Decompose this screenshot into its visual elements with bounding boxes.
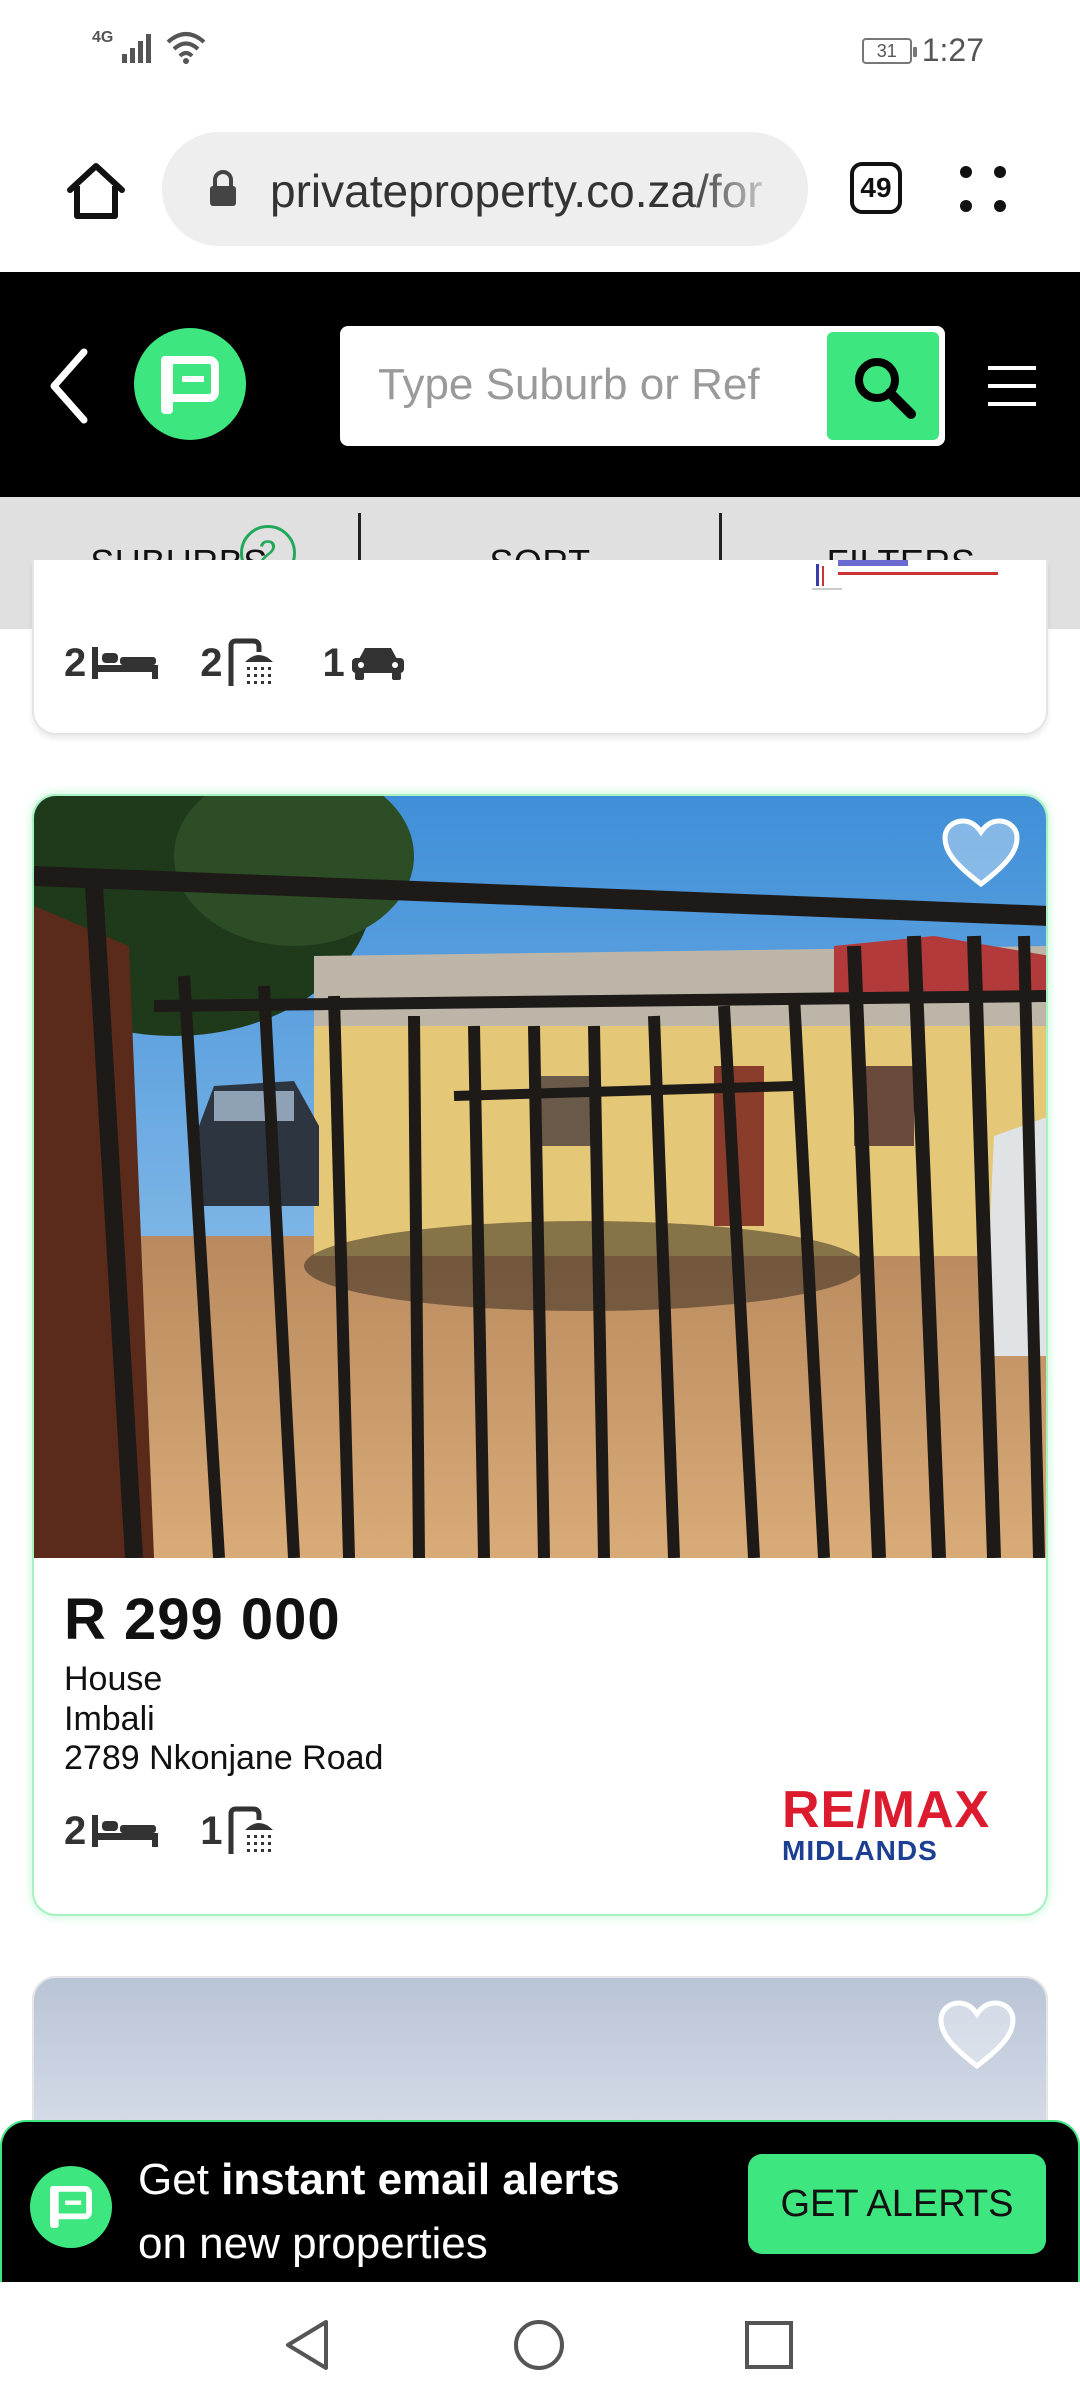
search-box[interactable]: Type Suburb or Ref [340,326,945,446]
parking-feature: 1 [323,641,407,686]
alert-logo [30,2166,112,2248]
clock: 1:27 [921,32,984,68]
favourite-heart-icon[interactable] [938,2000,1016,2070]
network-type: 4G [92,29,114,46]
bathrooms-count: 1 [200,1808,223,1853]
agency-branch: MIDLANDS [782,1835,938,1866]
status-left: 4G [92,30,207,64]
browser-toolbar: privateproperty.co.za/for 49 [0,104,1080,272]
bedrooms-feature: 2 [64,641,160,686]
privateproperty-logo[interactable] [134,328,246,440]
listing-card[interactable]: R 299 000 House Imbali 2789 Nkonjane Roa… [32,794,1048,1916]
bathrooms-feature: 2 [200,638,282,688]
bedrooms-count: 2 [64,1808,87,1853]
bathrooms-feature: 1 [200,1806,282,1856]
email-alert-banner: Get instant email alerts on new properti… [0,2120,1080,2282]
battery-level: 31 [876,40,897,61]
parking-count: 1 [322,640,345,685]
agency-logo-previous [812,560,998,590]
recents-nav-icon[interactable] [744,2320,794,2370]
car-icon [351,648,404,680]
address-bar[interactable]: privateproperty.co.za/for [162,132,808,246]
listing-type: House [64,1660,163,1698]
site-header: Type Suburb or Ref [0,272,1080,497]
status-bar: 4G 31 1:27 [0,0,1080,104]
search-icon [855,358,916,419]
listing-price: R 299 000 [64,1587,341,1652]
listing-photo[interactable] [34,796,1046,1558]
shower-icon [228,638,273,686]
back-arrow-icon[interactable] [46,346,92,426]
property-photo-image [34,796,1046,1558]
alert-message: Get instant email alerts on new properti… [138,2148,620,2276]
more-options-icon[interactable] [958,164,1008,214]
bed-icon [92,647,159,679]
logo-mark-icon [161,356,219,414]
agency-logo-remax: RE/MAX MIDLANDS [782,1784,1002,1866]
hamburger-menu-icon[interactable] [988,366,1036,406]
bed-icon [92,1815,159,1847]
status-right: 31 1:27 [861,32,984,69]
alert-text-prefix: Get [138,2155,222,2204]
system-navigation-bar [0,2282,1080,2400]
listing-features: 2 1 [64,1806,283,1856]
wifi-icon [167,32,206,64]
alert-text-line2: on new properties [138,2219,488,2268]
back-nav-icon[interactable] [282,2318,332,2372]
logo-mark-icon [50,2186,92,2228]
search-input[interactable]: Type Suburb or Ref [378,360,760,410]
battery-icon: 31 [861,37,917,64]
bedrooms-count: 2 [64,640,87,685]
previous-features: 2 2 1 [64,638,407,688]
alert-text-bold: instant email alerts [221,2155,620,2204]
listing-address: 2789 Nkonjane Road [64,1739,384,1777]
listing-card-previous[interactable]: 2 2 1 [32,560,1048,735]
shower-icon [228,1806,273,1854]
lock-icon [210,170,236,206]
url-fade [688,132,808,246]
favourite-heart-icon[interactable] [942,818,1020,888]
bathrooms-count: 2 [200,640,223,685]
bedrooms-feature: 2 [64,1809,160,1854]
signal-icon [122,34,152,63]
home-icon[interactable] [64,160,128,222]
home-nav-icon[interactable] [512,2318,566,2372]
get-alerts-button[interactable]: GET ALERTS [748,2154,1046,2254]
search-button[interactable] [827,332,939,440]
tab-switcher-button[interactable]: 49 [850,162,902,214]
listing-suburb: Imbali [64,1700,155,1738]
agency-name: RE/MAX [782,1781,991,1839]
